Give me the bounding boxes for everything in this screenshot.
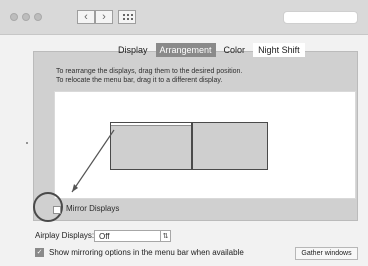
grid-icon [127, 18, 129, 20]
main-display[interactable] [110, 122, 192, 170]
title-bar: ‹ › [0, 0, 368, 35]
grid-icon [131, 18, 133, 20]
arrangement-instruction-2: To relocate the menu bar, drag it to a d… [56, 77, 223, 84]
display-arrangement-area[interactable] [54, 91, 356, 199]
help-icon[interactable] [26, 142, 28, 144]
tab-color[interactable]: Color [222, 43, 248, 57]
show-mirroring-options-checkbox[interactable]: ✓ [35, 248, 44, 257]
forward-button[interactable]: › [95, 10, 113, 24]
tab-night-shift[interactable]: Night Shift [253, 43, 305, 57]
airplay-displays-select[interactable]: Off ⇅ [94, 230, 171, 242]
show-all-button[interactable] [118, 10, 136, 24]
tab-arrangement[interactable]: Arrangement [155, 43, 216, 57]
back-arrow-icon: ‹ [84, 11, 88, 23]
forward-arrow-icon: › [102, 11, 106, 23]
menu-bar-indicator[interactable] [111, 123, 191, 126]
check-icon: ✓ [36, 249, 43, 256]
gather-windows-button[interactable]: Gather windows [295, 247, 358, 260]
dropdown-arrow-icon: ⇅ [160, 231, 170, 241]
airplay-displays-value: Off [99, 231, 110, 241]
secondary-display[interactable] [192, 122, 268, 170]
grid-icon [123, 14, 125, 16]
airplay-displays-label: Airplay Displays: [35, 231, 95, 240]
show-mirroring-options-label: Show mirroring options in the menu bar w… [49, 248, 244, 257]
search-field[interactable] [283, 11, 358, 24]
system-preferences-window: ‹ › Display Arrangement Color Night Shif… [0, 0, 368, 266]
preference-tabs: Display Arrangement Color Night Shift [116, 43, 305, 57]
grid-icon [127, 14, 129, 16]
grid-icon [123, 18, 125, 20]
tab-display[interactable]: Display [116, 43, 150, 57]
back-button[interactable]: ‹ [77, 10, 95, 24]
minimize-window-button[interactable] [22, 13, 30, 21]
close-window-button[interactable] [10, 13, 18, 21]
arrangement-instruction-1: To rearrange the displays, drag them to … [56, 68, 243, 75]
mirror-displays-label: Mirror Displays [66, 204, 120, 213]
grid-icon [131, 14, 133, 16]
mirror-displays-checkbox[interactable] [53, 206, 61, 214]
zoom-window-button[interactable] [34, 13, 42, 21]
